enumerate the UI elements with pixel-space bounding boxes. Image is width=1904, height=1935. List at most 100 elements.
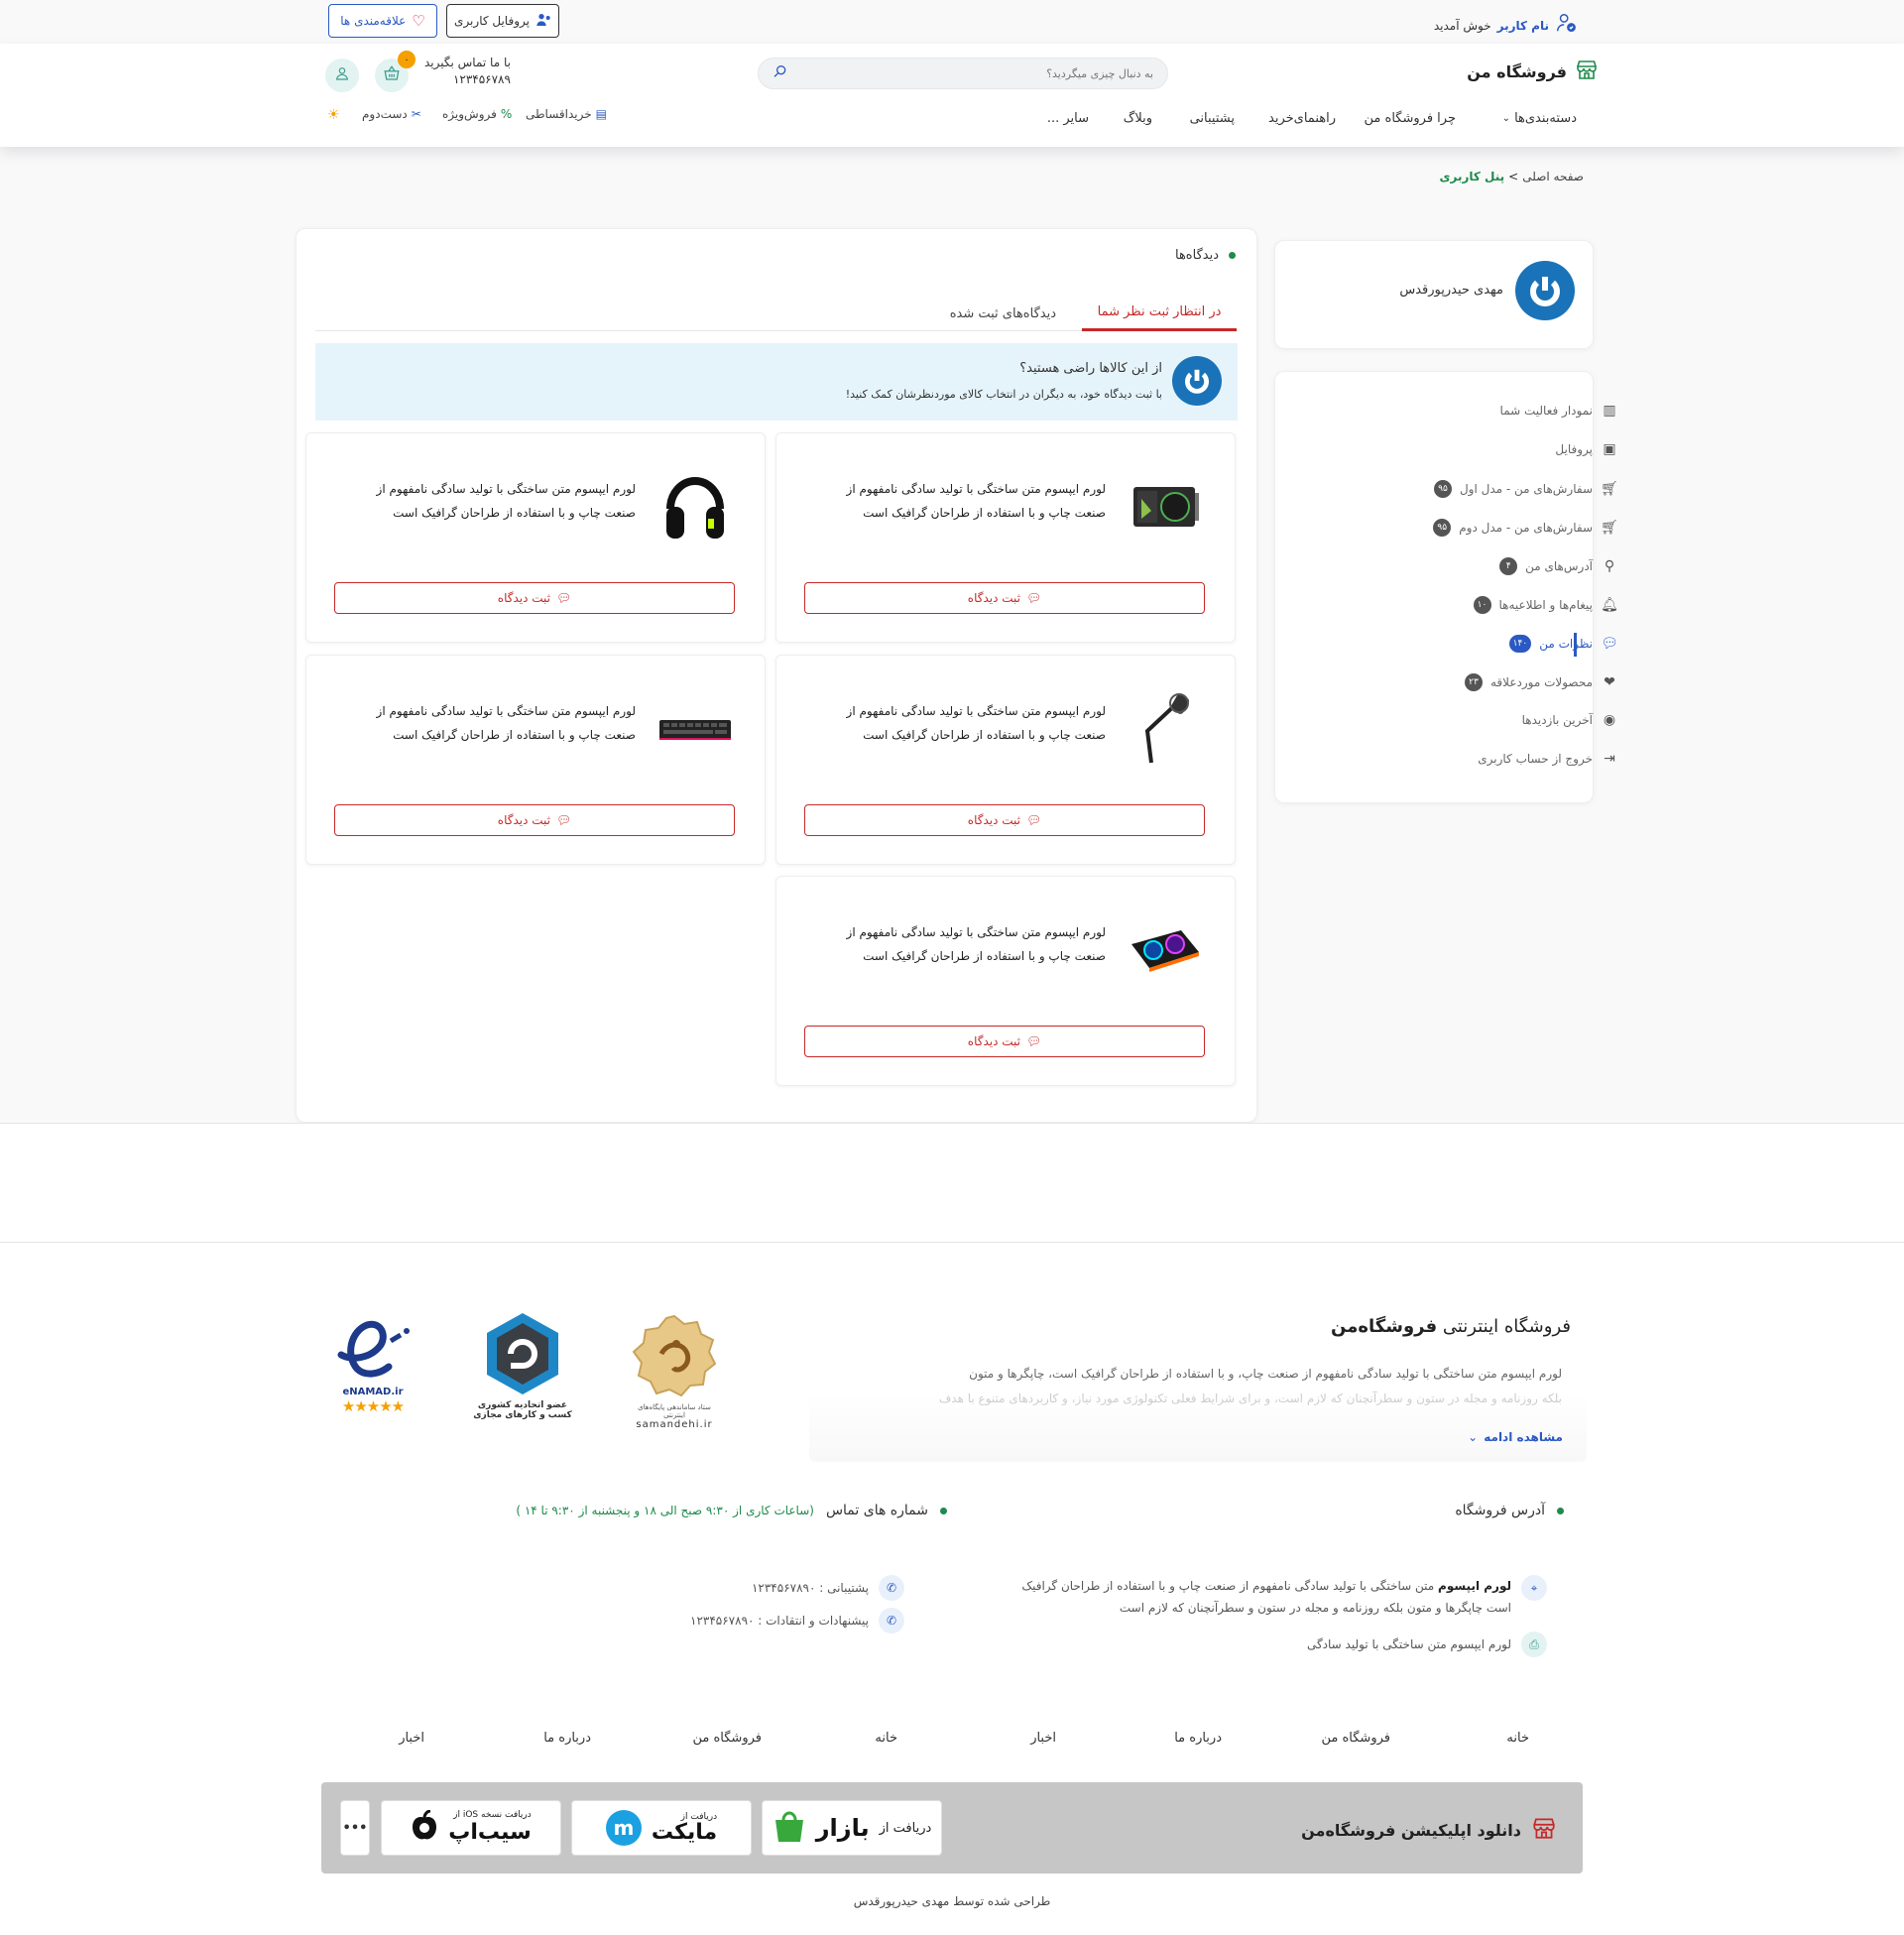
welcome-message: نام کاربر خوش آمدید xyxy=(1434,12,1577,39)
account-button[interactable] xyxy=(325,59,359,92)
myket-download-button[interactable]: دریافت از مایکت m xyxy=(571,1800,752,1856)
etehadiye-badge[interactable]: عضو اتحادیه کشوری کسب و کارهای مجازی xyxy=(468,1311,577,1434)
fax-icon: ⎙ xyxy=(1521,1632,1547,1657)
aux-second-hand[interactable]: ✂ دست‌دوم xyxy=(362,107,421,121)
nav-categories[interactable]: دسته‌بندی‌ها ⌄ xyxy=(1502,111,1577,126)
sidebar-item-orders-1[interactable]: 🛒︎ سفارش‌های من - مدل اول ۹۵ xyxy=(1433,480,1618,498)
footer-link-my-store[interactable]: فروشگاه من xyxy=(1321,1731,1390,1746)
sun-icon[interactable]: ☀ xyxy=(327,107,340,123)
welcome-username[interactable]: نام کاربر xyxy=(1497,19,1549,33)
product-description: لورم ایپسوم متن ساختگی با تولید سادگی نا… xyxy=(808,699,1106,747)
tab-submitted-reviews[interactable]: دیدگاه‌های ثبت شده xyxy=(950,296,1056,331)
sidebar-item-profile[interactable]: ▣ پروفایل xyxy=(1555,441,1618,457)
see-more-link[interactable]: مشاهده ادامه ⌄ xyxy=(1468,1430,1563,1444)
footer-link-about-2[interactable]: درباره ما xyxy=(543,1731,591,1746)
sidebar-item-activity[interactable]: ▥ نمودار فعالیت شما xyxy=(1500,403,1618,419)
submit-review-button[interactable]: 💬︎ ثبت دیدگاه xyxy=(804,582,1205,614)
aux-special-sale[interactable]: % فروش‌ویژه xyxy=(442,107,512,121)
etehadiye-line1: عضو اتحادیه کشوری xyxy=(477,1400,568,1410)
microphone-arm-image xyxy=(1126,691,1205,767)
sidebar-item-logout[interactable]: ⇥ خروج از حساب کاربری xyxy=(1478,751,1618,767)
store-logo[interactable]: فروشگاه من xyxy=(1467,58,1599,85)
banner-title: از این کالاها راضی هستید؟ xyxy=(1019,361,1162,376)
search-icon[interactable] xyxy=(773,63,788,83)
product-desc-line: صنعت چاپ و با استفاده از طراحان گرافیک ا… xyxy=(393,506,636,520)
sidebar-item-badge: ۹۵ xyxy=(1433,519,1452,537)
footer-link-about[interactable]: درباره ما xyxy=(1174,1731,1222,1746)
samandehi-badge[interactable]: ستاد ساماندهی پایگاه‌های اینترنتی samand… xyxy=(627,1314,722,1430)
footer-link-home[interactable]: خانه xyxy=(1506,1731,1529,1746)
nav-buying-guide[interactable]: راهنمای‌خرید xyxy=(1268,111,1336,126)
tools-icon: ✂ xyxy=(411,107,421,121)
product-desc-line: صنعت چاپ و با استفاده از طراحان گرافیک ا… xyxy=(393,728,636,742)
about-title-normal: فروشگاه اینترنتی xyxy=(1442,1316,1571,1337)
footer-link-news-2[interactable]: اخبار xyxy=(399,1731,424,1746)
comment-icon: 💬︎ xyxy=(555,813,572,827)
footer-link-home-2[interactable]: خانه xyxy=(875,1731,897,1746)
comment-icon: 💬︎ xyxy=(1601,636,1618,652)
sibapp-download-button[interactable]: دریافت نسخه iOS از سیب‌اپ xyxy=(381,1800,561,1856)
sibapp-name: سیب‌اپ xyxy=(448,1819,532,1845)
comment-icon: 💬︎ xyxy=(1025,1034,1042,1048)
feedback-phone-row[interactable]: ✆ پیشنهادات و انتقادات : ۱۲۳۴۵۶۷۸۹۰ xyxy=(690,1608,904,1633)
breadcrumb-separator: > xyxy=(1508,170,1519,183)
product-card: لورم ایپسوم متن ساختگی با تولید سادگی نا… xyxy=(305,432,766,643)
breadcrumb-home[interactable]: صفحه اصلی xyxy=(1522,170,1584,183)
about-title-bold: فروشگاه‌من xyxy=(1331,1316,1438,1337)
nav-more[interactable]: سایر ... xyxy=(1047,111,1089,126)
wishlist-button[interactable]: ♡ علاقه‌مندی ها xyxy=(328,4,437,38)
user-icon xyxy=(334,65,350,85)
more-stores-button[interactable]: ••• xyxy=(340,1800,370,1856)
address-line: است چاپگرها و متون بلکه روزنامه و مجله د… xyxy=(1119,1601,1511,1615)
nav-blog[interactable]: وبلاگ xyxy=(1124,111,1152,126)
tab-pending-reviews[interactable]: در انتظار ثبت نظر شما xyxy=(1082,296,1237,331)
sidebar-item-addresses[interactable]: ⚲ آدرس‌های من ۴ xyxy=(1499,557,1618,575)
sidebar-item-recent-views[interactable]: ◉ آخرین بازدیدها xyxy=(1522,712,1618,728)
laptop-cooler-image xyxy=(1126,912,1205,988)
footer-link-news[interactable]: اخبار xyxy=(1030,1731,1056,1746)
sidebar-item-my-comments[interactable]: 💬︎ نظرات من ۱۴۰ xyxy=(1508,635,1618,653)
product-desc-line: صنعت چاپ و با استفاده از طراحان گرافیک ا… xyxy=(863,728,1106,742)
product-description: لورم ایپسوم متن ساختگی با تولید سادگی نا… xyxy=(338,477,636,525)
bazaar-download-button[interactable]: دریافت از بازار xyxy=(762,1800,942,1856)
sidebar-item-notifications[interactable]: 🔔︎ پیغام‌ها و اطلاعیه‌ها ۱۰ xyxy=(1473,596,1619,614)
fax-text: لورم ایپسوم متن ساختگی با تولید سادگی xyxy=(1306,1637,1511,1651)
submit-review-button[interactable]: 💬︎ ثبت دیدگاه xyxy=(334,804,735,836)
footer-link-my-store-2[interactable]: فروشگاه من xyxy=(692,1731,762,1746)
product-desc-line: لورم ایپسوم متن ساختگی با تولید سادگی نا… xyxy=(846,925,1106,939)
chart-icon: ▥ xyxy=(1603,403,1616,419)
user-location-icon: ⚲ xyxy=(1604,558,1615,574)
submit-review-button[interactable]: 💬︎ ثبت دیدگاه xyxy=(804,1026,1205,1057)
etehadiye-line2: کسب و کارهای مجازی xyxy=(473,1410,572,1420)
calendar-icon: ▤ xyxy=(595,107,608,121)
product-description: لورم ایپسوم متن ساختگی با تولید سادگی نا… xyxy=(808,920,1106,968)
aux-installment[interactable]: ▤ خریداقساطی xyxy=(526,107,607,121)
sidebar-item-favorites[interactable]: ❤︎ محصولات موردعلاقه ۲۳ xyxy=(1465,673,1618,691)
nav-support[interactable]: پشتیبانی xyxy=(1190,111,1235,126)
sidebar-item-orders-2[interactable]: 🛒︎ سفارش‌های من - مدل دوم ۹۵ xyxy=(1433,519,1618,537)
search-input[interactable] xyxy=(788,66,1153,80)
nav-why-us[interactable]: چرا فروشگاه من xyxy=(1365,111,1456,126)
phones-title: شماره های تماس (ساعات کاری از ۹:۳۰ صبح ا… xyxy=(516,1503,947,1518)
heart-icon: ❤︎ xyxy=(1604,674,1615,690)
contact-info[interactable]: با ما تماس بگیرید ۱۲۳۴۵۶۷۸۹ xyxy=(424,55,511,88)
panel-title: دیدگاه‌ها xyxy=(1175,248,1236,263)
submit-review-button[interactable]: 💬︎ ثبت دیدگاه xyxy=(804,804,1205,836)
fade-overlay xyxy=(809,1392,1587,1462)
enamad-badge[interactable]: eNAMAD.ir ★★★★★ xyxy=(325,1311,420,1430)
welcome-text: خوش آمدید xyxy=(1433,18,1491,33)
heart-icon: ♡ xyxy=(412,12,425,30)
sidebar-item-label: خروج از حساب کاربری xyxy=(1478,752,1593,766)
sidebar-item-label: نظرات من xyxy=(1539,637,1593,651)
submit-review-button[interactable]: 💬︎ ثبت دیدگاه xyxy=(334,582,735,614)
apple-icon xyxy=(411,1809,438,1846)
search-bar[interactable] xyxy=(758,58,1168,89)
profile-button[interactable]: پروفایل کاربری xyxy=(446,4,559,38)
more-icon: ••• xyxy=(342,1820,368,1836)
cart-icon: 🛒︎ xyxy=(1601,481,1618,497)
sidebar-item-label: پیغام‌ها و اطلاعیه‌ها xyxy=(1498,598,1594,612)
user-card: مهدی حیدرپورقدس xyxy=(1274,240,1594,349)
footer-divider xyxy=(0,1242,1904,1243)
support-phone-row[interactable]: ✆ پشتیبانی : ۱۲۳۴۵۶۷۸۹۰ xyxy=(752,1575,904,1601)
address-title-text: آدرس فروشگاه xyxy=(1455,1503,1545,1518)
